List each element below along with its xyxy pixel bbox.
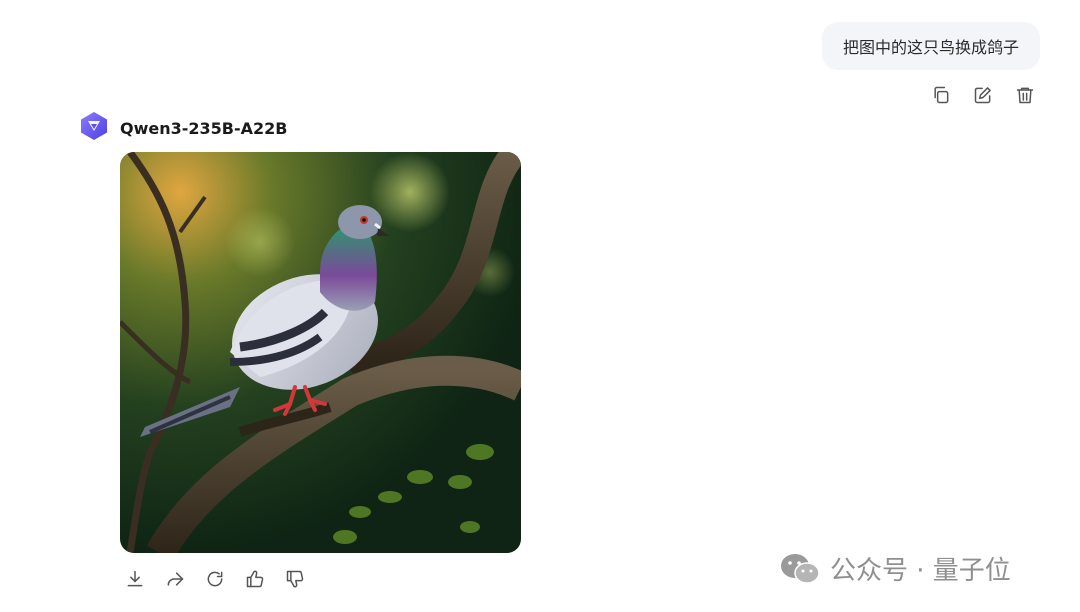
download-icon[interactable] bbox=[124, 568, 146, 590]
user-message-text: 把图中的这只鸟换成鸽子 bbox=[842, 38, 1019, 57]
copy-icon[interactable] bbox=[930, 84, 952, 106]
reply-actions bbox=[124, 568, 306, 590]
refresh-icon[interactable] bbox=[204, 568, 226, 590]
trash-icon[interactable] bbox=[1014, 84, 1036, 106]
qwen-logo-icon bbox=[78, 110, 110, 146]
edit-icon[interactable] bbox=[972, 84, 994, 106]
pigeon-image bbox=[120, 152, 521, 553]
share-icon[interactable] bbox=[164, 568, 186, 590]
watermark-text: 公众号 · 量子位 bbox=[830, 556, 1011, 586]
thumbs-up-icon[interactable] bbox=[244, 568, 266, 590]
assistant-header: Qwen3-235B-A22B bbox=[78, 110, 287, 146]
watermark: 公众号 · 量子位 bbox=[780, 550, 1011, 587]
wechat-icon bbox=[781, 553, 820, 584]
chat-page: 把图中的这只鸟换成鸽子 Qwen3-235B-A22B 公众号 · 量子位 bbox=[0, 0, 1080, 612]
model-name: Qwen3-235B-A22B bbox=[120, 118, 288, 138]
user-message-bubble: 把图中的这只鸟换成鸽子 bbox=[822, 22, 1040, 70]
generated-image[interactable] bbox=[120, 152, 521, 553]
thumbs-down-icon[interactable] bbox=[284, 568, 306, 590]
user-message-actions bbox=[930, 84, 1036, 106]
